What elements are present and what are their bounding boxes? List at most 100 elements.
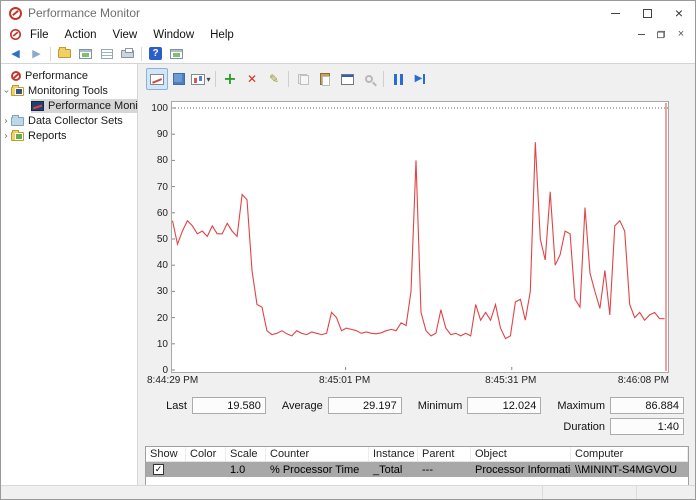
mdi-restore-icon (657, 31, 665, 38)
help-button[interactable]: ? (145, 45, 166, 63)
copy-properties-button[interactable] (292, 68, 314, 90)
x-axis: 8:44:29 PM8:45:01 PM8:45:31 PM8:46:08 PM (171, 373, 669, 389)
average-label: Average (282, 400, 323, 412)
chart-svg (172, 102, 668, 372)
header-scale[interactable]: Scale (226, 447, 266, 461)
mdi-restore-button[interactable] (651, 27, 671, 43)
chevron-collapsed-icon[interactable]: › (1, 131, 11, 142)
toolbar-separator (141, 47, 142, 61)
add-counter-button[interactable]: + (219, 68, 241, 90)
show-action-pane-button[interactable] (166, 45, 187, 63)
maximize-icon (643, 9, 652, 18)
header-parent[interactable]: Parent (418, 447, 471, 461)
menu-file[interactable]: File (22, 27, 57, 43)
delete-counter-button[interactable]: ✕ (241, 68, 263, 90)
print-button[interactable] (117, 45, 138, 63)
x-tick-label: 8:45:01 PM (319, 375, 370, 386)
forward-icon: ▶ (32, 47, 40, 60)
cell-parent: --- (418, 464, 471, 476)
maximum-label: Maximum (557, 400, 605, 412)
tree-item-reports[interactable]: › Reports (1, 129, 137, 143)
header-object[interactable]: Object (471, 447, 571, 461)
minimize-button[interactable] (599, 1, 631, 25)
tree-item-data-collector-sets[interactable]: › Data Collector Sets (1, 114, 137, 128)
menu-window[interactable]: Window (145, 27, 202, 43)
update-data-button[interactable]: ▶ (409, 68, 431, 90)
export-list-button[interactable] (96, 45, 117, 63)
tree-item-performance[interactable]: Performance (1, 69, 137, 83)
close-button[interactable]: × (663, 1, 695, 25)
menu-action[interactable]: Action (57, 27, 105, 43)
cell-object: Processor Information (471, 464, 571, 476)
freeze-display-button[interactable] (387, 68, 409, 90)
header-counter[interactable]: Counter (266, 447, 369, 461)
header-computer[interactable]: Computer (571, 447, 688, 461)
highlight-button[interactable]: ✎ (263, 68, 285, 90)
tree-item-label: Performance Monitor (48, 100, 151, 112)
zoom-button[interactable] (358, 68, 380, 90)
maximize-button[interactable] (631, 1, 663, 25)
minimum-value: 12.024 (467, 397, 541, 414)
toolbar-separator (288, 71, 289, 87)
copy-icon (298, 74, 309, 85)
step-forward-icon: ▶ (415, 74, 426, 84)
cell-computer: \\MININT-S4MGVOU (571, 464, 688, 476)
tree-item-label: Monitoring Tools (28, 85, 108, 97)
header-show[interactable]: Show (146, 447, 186, 461)
stats-row-2: Duration 1:40 (140, 418, 695, 435)
x-tick-label: 8:45:31 PM (485, 375, 536, 386)
change-graph-type-button[interactable]: ▾ (190, 68, 212, 90)
paste-counter-list-button[interactable] (314, 68, 336, 90)
view-current-activity-button[interactable] (146, 68, 168, 90)
back-icon: ◀ (11, 47, 19, 60)
show-checkbox[interactable]: ✓ (153, 464, 164, 475)
tree-item-monitoring-tools[interactable]: › Monitoring Tools (1, 84, 137, 98)
stats-panel: Last 19.580 Average 29.197 Minimum 12.02… (140, 397, 695, 439)
header-instance[interactable]: Instance (369, 447, 418, 461)
header-color[interactable]: Color (186, 447, 226, 461)
data-collector-sets-folder-icon (11, 117, 24, 126)
tree-item-performance-monitor[interactable]: Performance Monitor (31, 99, 137, 113)
chevron-expanded-icon[interactable]: › (1, 86, 12, 96)
y-tick-label: 10 (146, 339, 168, 350)
y-tick-label: 60 (146, 208, 168, 219)
duration-label: Duration (563, 421, 605, 433)
menu-view[interactable]: View (105, 27, 146, 43)
mdi-close-button[interactable]: × (671, 27, 691, 43)
counter-row[interactable]: ✓ 1.0 % Processor Time _Total --- Proces… (146, 462, 688, 477)
performance-monitor-icon (31, 101, 44, 111)
add-icon: + (223, 71, 236, 87)
status-segment (636, 486, 695, 499)
view-log-data-button[interactable] (168, 68, 190, 90)
back-button[interactable]: ◀ (5, 45, 26, 63)
y-axis: 1009080706050403020100 (146, 101, 171, 373)
y-tick-label: 40 (146, 260, 168, 271)
y-tick-label: 100 (146, 103, 168, 114)
performance-root-icon (11, 71, 21, 81)
app-icon (9, 7, 22, 20)
forward-button[interactable]: ▶ (26, 45, 47, 63)
minimize-icon (611, 13, 620, 14)
delete-icon: ✕ (247, 73, 257, 85)
dropdown-arrow-icon: ▾ (206, 75, 210, 84)
chevron-collapsed-icon[interactable]: › (1, 116, 11, 127)
stats-row-1: Last 19.580 Average 29.197 Minimum 12.02… (140, 397, 695, 414)
pause-icon (394, 74, 403, 85)
menu-help[interactable]: Help (202, 27, 242, 43)
export-list-icon (101, 49, 113, 59)
mdi-minimize-button[interactable] (631, 27, 651, 43)
up-one-level-button[interactable] (54, 45, 75, 63)
monitoring-tools-folder-icon (11, 87, 24, 96)
chart-region: 1009080706050403020100 8:44:29 PM8:45:01… (146, 101, 695, 389)
counter-table-header: Show Color Scale Counter Instance Parent… (146, 447, 688, 462)
properties-button[interactable] (336, 68, 358, 90)
y-tick-label: 80 (146, 155, 168, 166)
show-hide-console-tree-button[interactable] (75, 45, 96, 63)
mdi-window-controls: × (631, 27, 691, 43)
graph-type-icon (191, 74, 205, 85)
status-segment (542, 486, 636, 499)
x-tick-label: 8:44:29 PM (147, 375, 198, 386)
y-tick-label: 70 (146, 182, 168, 193)
toolbar-separator (215, 71, 216, 87)
printer-icon (121, 50, 134, 58)
